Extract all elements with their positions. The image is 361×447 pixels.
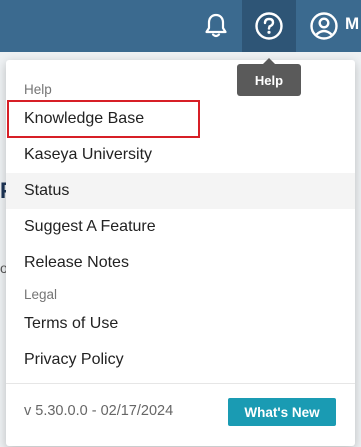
user-circle-icon [310,12,338,40]
help-section-label: Help [24,82,52,97]
menu-item-knowledge-base[interactable]: Knowledge Base [6,101,355,137]
notifications-button[interactable] [198,0,234,52]
question-circle-icon [255,12,283,40]
menu-item-privacy-policy[interactable]: Privacy Policy [6,342,355,378]
menu-item-kaseya-university[interactable]: Kaseya University [6,137,355,173]
menu-divider [6,383,355,384]
help-button[interactable] [242,0,296,52]
menu-item-release-notes[interactable]: Release Notes [6,245,355,281]
bell-icon [205,13,227,38]
whats-new-button[interactable]: What's New [228,398,336,426]
user-initial[interactable]: M [345,14,359,34]
menu-item-suggest-feature[interactable]: Suggest A Feature [6,209,355,245]
menu-item-terms-of-use[interactable]: Terms of Use [6,306,355,342]
user-menu-button[interactable] [304,0,344,52]
help-tooltip: Help [237,58,301,96]
top-bar: M [0,0,361,52]
menu-item-status[interactable]: Status [6,173,355,209]
help-dropdown-menu: Help Knowledge Base Kaseya University St… [6,60,355,446]
version-text: v 5.30.0.0 - 02/17/2024 [24,403,174,419]
legal-section-label: Legal [24,287,58,302]
